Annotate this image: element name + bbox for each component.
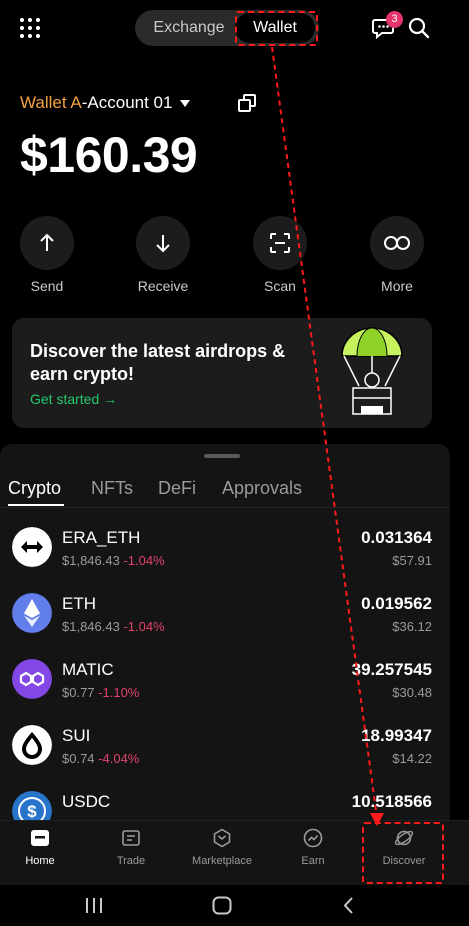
scan-icon [270,233,290,253]
nav-home[interactable]: Home [0,827,80,867]
scan-button[interactable]: Scan [245,216,315,294]
infinity-icon [384,236,410,250]
nav-marketplace[interactable]: Marketplace [182,827,262,867]
airdrop-promo-card[interactable]: Discover the latest airdrops & earn cryp… [12,318,432,428]
token-amount: 0.019562 [361,594,432,613]
copy-icon[interactable] [238,94,256,112]
divider [0,507,450,508]
token-change: -1.04% [123,553,165,568]
token-price: $1,846.43 -1.04% [62,553,165,568]
tab-nfts[interactable]: NFTs [91,478,133,499]
scan-label: Scan [264,278,296,294]
token-price: $0.74 -4.04% [62,751,139,766]
top-bar: Exchange Wallet 3 [0,0,469,56]
token-price: $1,846.43 -1.04% [62,619,165,634]
nav-earn[interactable]: Earn [273,827,353,867]
notification-badge: 3 [386,11,403,28]
token-row-matic[interactable]: MATIC $0.77 -1.10% 39.257545 $30.48 [0,646,450,712]
get-started-link[interactable]: Get started → [30,391,117,407]
token-price-value: $0.77 [62,685,95,700]
nav-marketplace-label: Marketplace [192,855,252,867]
parachute-gift-illustration [341,327,403,415]
token-change: -1.04% [123,619,165,634]
token-price: $0.77 -1.10% [62,685,139,700]
apps-grid-icon[interactable] [18,16,42,40]
recent-apps-icon[interactable] [85,897,103,914]
token-symbol: MATIC [62,660,114,679]
chevron-down-icon [180,99,191,107]
token-row-sui[interactable]: SUI $0.74 -4.04% 18.99347 $14.22 [0,712,450,778]
token-symbol: ERA_ETH [62,528,141,547]
receive-button[interactable]: Receive [128,216,198,294]
token-row-era-eth[interactable]: ERA_ETH $1,846.43 -1.04% 0.031364 $57.91 [0,514,450,580]
token-price-value: $0.74 [62,751,95,766]
token-price-value: $1,846.43 [62,619,120,634]
tab-approvals[interactable]: Approvals [222,478,302,499]
nav-earn-label: Earn [301,855,325,867]
token-amount: 10.518566 [351,792,432,811]
arrow-right-icon: → [103,391,118,407]
trade-icon [122,830,140,846]
active-tab-indicator [8,504,64,506]
token-amount: 39.257545 [351,660,432,679]
token-value: $57.91 [392,553,432,568]
more-button[interactable]: More [362,216,432,294]
tab-defi[interactable]: DeFi [158,478,196,499]
account-name: Account 01 [87,93,173,112]
nav-home-label: Home [25,855,55,867]
receive-label: Receive [137,278,189,294]
token-value: $30.48 [392,685,432,700]
total-balance: $160.39 [20,127,198,183]
account-selector[interactable]: Wallet A - Account 01 [20,93,191,113]
svg-text:$: $ [27,802,37,821]
promo-title: Discover the latest airdrops & earn cryp… [30,341,286,384]
send-button[interactable]: Send [12,216,82,294]
annotation-highlight-discover [362,822,444,884]
token-symbol: USDC [62,792,111,811]
assets-sheet: Crypto NFTs DeFi Approvals ERA_ETH $1,84… [0,444,450,824]
token-symbol: ETH [62,594,96,613]
home-system-icon[interactable] [212,896,232,915]
sheet-drag-handle[interactable] [204,454,240,458]
token-value: $14.22 [392,751,432,766]
sui-icon [12,725,52,765]
token-change: -4.04% [98,751,140,766]
token-amount: 18.99347 [361,726,432,745]
earn-icon [303,828,323,848]
annotation-highlight-wallet [235,11,318,46]
nav-trade-label: Trade [116,855,146,867]
marketplace-icon [213,828,231,848]
matic-icon [12,659,52,699]
search-icon[interactable] [407,16,431,40]
token-value: $36.12 [392,619,432,634]
token-row-eth[interactable]: ETH $1,846.43 -1.04% 0.019562 $36.12 [0,580,450,646]
system-navigation-bar [0,885,469,926]
tab-exchange[interactable]: Exchange [143,13,235,43]
token-symbol: SUI [62,726,91,745]
token-change: -1.10% [98,685,140,700]
tab-crypto[interactable]: Crypto [8,478,61,499]
nav-trade[interactable]: Trade [91,827,171,867]
token-amount: 0.031364 [361,528,432,547]
token-row-usdc[interactable]: $ USDC 10.518566 [0,778,450,824]
get-started-label: Get started [30,391,100,407]
arrow-down-icon [156,235,170,253]
send-label: Send [30,278,64,294]
token-price-value: $1,846.43 [62,553,120,568]
arrow-up-icon [40,233,54,251]
era-icon [12,527,52,567]
eth-icon [12,593,52,633]
home-icon [31,830,49,846]
wallet-name: Wallet A [20,93,82,112]
more-label: More [381,278,413,294]
back-icon[interactable] [342,896,354,915]
